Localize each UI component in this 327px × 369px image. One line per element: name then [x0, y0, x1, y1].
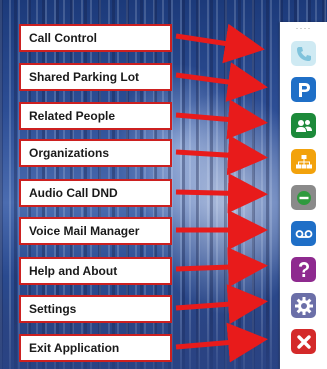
app-sidebar: ····	[280, 22, 327, 369]
drag-handle[interactable]: ····	[280, 24, 327, 33]
arrow-call-control	[175, 23, 265, 64]
arrow-exit-application	[175, 322, 268, 363]
arrow-settings	[175, 284, 268, 325]
arrow-audio-call-dnd	[175, 173, 268, 214]
arrow-organizations	[175, 135, 268, 176]
arrow-help-and-about	[175, 247, 268, 288]
gear-icon[interactable]	[291, 293, 316, 318]
callout-arrows	[175, 23, 268, 363]
voicemail-icon[interactable]	[291, 221, 316, 246]
arrow-shared-parking-lot	[175, 62, 268, 102]
parking-icon[interactable]	[291, 77, 316, 102]
org-chart-icon[interactable]	[291, 149, 316, 174]
help-icon[interactable]	[291, 257, 316, 282]
phone-icon[interactable]	[291, 41, 316, 66]
dnd-icon[interactable]	[291, 185, 316, 210]
arrow-related-people	[175, 99, 268, 140]
contacts-icon[interactable]	[291, 113, 316, 138]
close-icon[interactable]	[291, 329, 316, 354]
